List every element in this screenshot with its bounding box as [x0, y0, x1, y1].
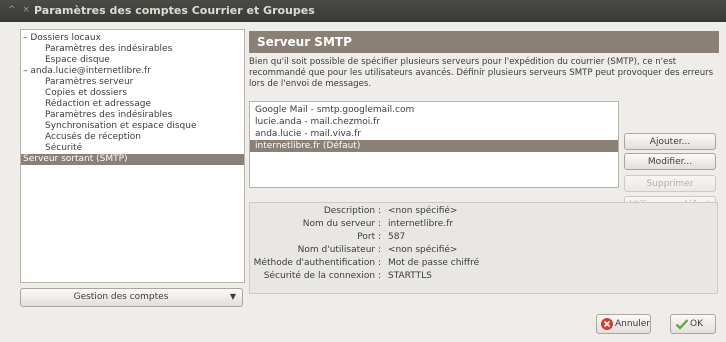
- add-server-button[interactable]: Ajouter...: [624, 133, 716, 150]
- tree-item-label: Sécurité: [45, 143, 83, 153]
- detail-key: Méthode d'authentification :: [253, 258, 381, 268]
- detail-value: 587: [388, 232, 406, 242]
- tree-item[interactable]: Espace disque: [21, 55, 244, 66]
- server-details-panel: Description : <non spécifié> Nom du serveu…: [249, 202, 718, 294]
- tree-item-label: Paramètres des indésirables: [45, 44, 173, 54]
- tree-item-label: – anda.lucie@internetlibre.fr: [23, 66, 151, 76]
- tree-item[interactable]: – Dossiers locaux: [21, 33, 244, 44]
- detail-row: Nom du serveur : internetlibre.fr: [250, 219, 717, 230]
- ok-button[interactable]: OK: [670, 314, 716, 334]
- detail-key: Nom du serveur :: [302, 219, 381, 229]
- smtp-server-row[interactable]: Google Mail - smtp.googlemail.com: [250, 104, 618, 116]
- tree-item[interactable]: Rédaction et adressage: [21, 99, 244, 110]
- smtp-server-list[interactable]: Google Mail - smtp.googlemail.com lucie.a…: [249, 101, 619, 188]
- cancel-icon: [601, 318, 613, 330]
- title-bar: ^ × Paramètres des comptes Courrier et G…: [0, 0, 726, 22]
- ok-label: OK: [690, 319, 703, 329]
- detail-row: Description : <non spécifié>: [250, 206, 717, 217]
- tree-item-label: Accusés de réception: [45, 132, 141, 142]
- detail-row: Nom d'utilisateur : <non spécifié>: [250, 245, 717, 256]
- tree-item[interactable]: Accusés de réception: [21, 132, 244, 143]
- account-tree[interactable]: – Dossiers locaux Paramètres des indésira…: [20, 29, 245, 283]
- account-actions-label: Gestion des comptes: [73, 292, 169, 302]
- delete-server-button[interactable]: Supprimer: [624, 175, 716, 192]
- section-title: Serveur SMTP: [257, 35, 352, 49]
- detail-value: <non spécifié>: [388, 245, 458, 255]
- detail-value: <non spécifié>: [388, 206, 458, 216]
- checkmark-icon: [675, 318, 689, 330]
- edit-server-button[interactable]: Modifier...: [624, 153, 716, 170]
- section-description: Bien qu'il soit possible de spécifier pl…: [249, 57, 714, 89]
- detail-key: Sécurité de la connexion :: [263, 271, 381, 281]
- tree-item[interactable]: Paramètres des indésirables: [21, 44, 244, 55]
- tree-item[interactable]: Serveur sortant (SMTP): [21, 154, 244, 165]
- detail-value: Mot de passe chiffré: [388, 258, 480, 268]
- detail-row: Méthode d'authentification : Mot de passe…: [250, 258, 717, 269]
- tree-item-label: Rédaction et adressage: [45, 99, 152, 109]
- detail-row: Sécurité de la connexion : STARTTLS: [250, 271, 717, 282]
- tree-item[interactable]: Paramètres serveur: [21, 77, 244, 88]
- detail-row: Port : 587: [250, 232, 717, 243]
- smtp-server-row[interactable]: anda.lucie - mail.viva.fr: [250, 128, 618, 140]
- smtp-server-row[interactable]: lucie.anda - mail.chezmoi.fr: [250, 116, 618, 128]
- cancel-label: Annuler: [615, 319, 651, 329]
- tree-item[interactable]: Synchronisation et espace disque: [21, 121, 244, 132]
- tree-item[interactable]: Sécurité: [21, 143, 244, 154]
- tree-item-label: Espace disque: [45, 55, 110, 65]
- section-header: Serveur SMTP: [249, 31, 719, 53]
- window-title: Paramètres des comptes Courrier et Group…: [34, 4, 315, 17]
- window-controls[interactable]: ^ ×: [8, 5, 32, 15]
- chevron-down-icon: ▼: [229, 292, 236, 301]
- tree-item-label: Copies et dossiers: [45, 88, 128, 98]
- detail-key: Nom d'utilisateur :: [297, 245, 381, 255]
- cancel-button[interactable]: Annuler: [596, 314, 651, 334]
- tree-item[interactable]: – anda.lucie@internetlibre.fr: [21, 66, 244, 77]
- tree-item[interactable]: Copies et dossiers: [21, 88, 244, 99]
- account-settings-window: ^ × Paramètres des comptes Courrier et G…: [0, 0, 726, 342]
- detail-key: Port :: [357, 232, 381, 242]
- detail-key: Description :: [323, 206, 381, 216]
- tree-item-label: Paramètres des indésirables: [45, 110, 173, 120]
- smtp-server-row[interactable]: internetlibre.fr (Défaut): [250, 140, 618, 152]
- account-actions-dropdown[interactable]: Gestion des comptes ▼: [20, 288, 243, 307]
- tree-item-label: Synchronisation et espace disque: [45, 121, 197, 131]
- tree-item-label: Serveur sortant (SMTP): [23, 154, 128, 164]
- detail-value: internetlibre.fr: [388, 219, 454, 229]
- tree-item-label: – Dossiers locaux: [23, 33, 101, 43]
- detail-value: STARTTLS: [388, 271, 432, 281]
- tree-item-label: Paramètres serveur: [45, 77, 134, 87]
- tree-item[interactable]: Paramètres des indésirables: [21, 110, 244, 121]
